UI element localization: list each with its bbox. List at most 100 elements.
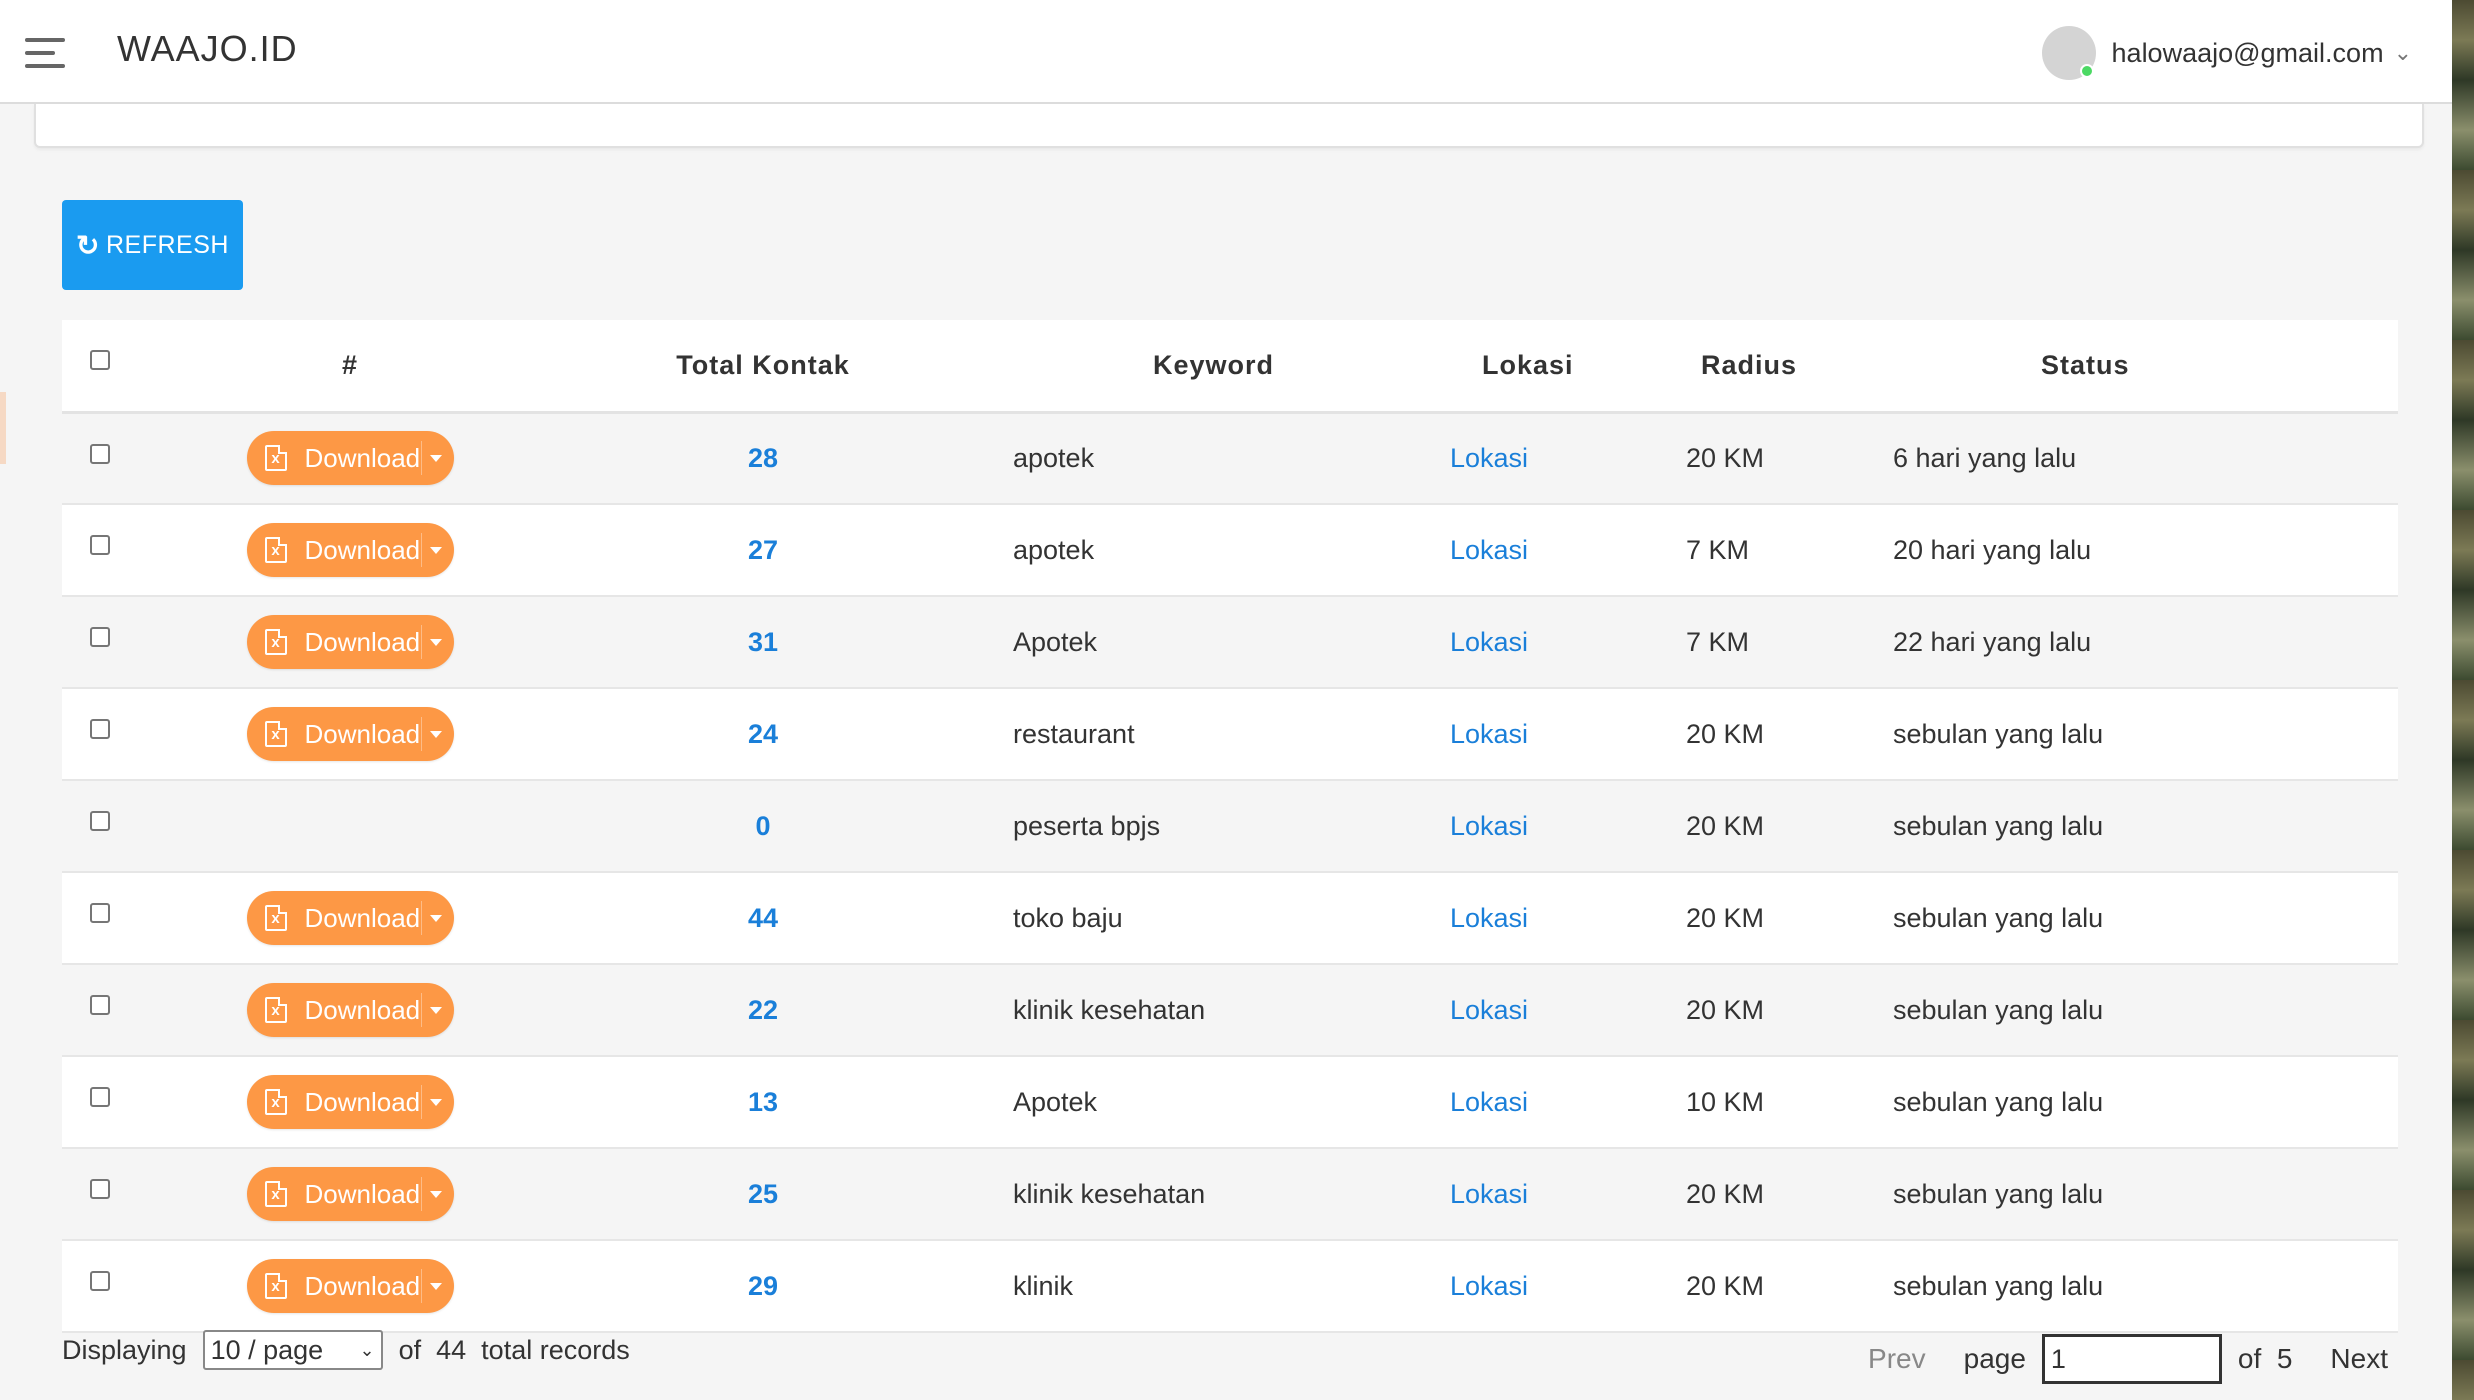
caret-down-icon[interactable] — [429, 1191, 442, 1198]
total-kontak-link[interactable]: 31 — [748, 627, 778, 657]
row-checkbox[interactable] — [90, 995, 110, 1015]
download-button[interactable]: x Download — [246, 431, 454, 486]
status-cell: sebulan yang lalu — [1893, 718, 2104, 749]
total-kontak-link[interactable]: 13 — [748, 1087, 778, 1117]
download-label: Download — [304, 902, 421, 933]
row-checkbox[interactable] — [90, 719, 110, 739]
page-label: page — [1963, 1343, 2026, 1374]
row-checkbox[interactable] — [90, 627, 110, 647]
total-records-label: total records — [481, 1334, 630, 1365]
table-row: x Download 27 apotek Lokasi 7 KM 20 hari… — [62, 504, 2398, 596]
download-button[interactable]: x Download — [246, 1075, 454, 1129]
lokasi-link[interactable]: Lokasi — [1450, 1271, 1528, 1301]
total-kontak-link[interactable]: 24 — [748, 719, 778, 749]
download-button[interactable]: x Download — [246, 523, 454, 577]
hamburger-menu-icon[interactable] — [25, 38, 65, 68]
card-panel — [34, 104, 2424, 148]
chevron-down-icon: ⌄ — [359, 1339, 375, 1360]
total-kontak-cell: 22 — [563, 964, 963, 1056]
download-label: Download — [304, 1086, 421, 1117]
keyword-cell: klinik kesehatan — [1013, 994, 1206, 1025]
prev-page-button[interactable]: Prev — [1868, 1343, 1926, 1375]
lokasi-link[interactable]: Lokasi — [1450, 443, 1528, 473]
caret-down-icon[interactable] — [429, 915, 442, 922]
lokasi-link[interactable]: Lokasi — [1450, 903, 1528, 933]
select-all-checkbox[interactable] — [90, 350, 110, 370]
lokasi-cell: Lokasi — [1388, 412, 1593, 504]
total-kontak-link[interactable]: 22 — [748, 995, 778, 1025]
lokasi-link[interactable]: Lokasi — [1450, 1087, 1528, 1117]
divider — [420, 993, 422, 1027]
keyword-cell: apotek — [1013, 442, 1095, 473]
caret-down-icon[interactable] — [429, 455, 442, 463]
status-cell: sebulan yang lalu — [1893, 902, 2104, 933]
divider — [420, 1269, 422, 1303]
refresh-label: REFRESH — [106, 230, 229, 259]
caret-down-icon[interactable] — [429, 1283, 442, 1290]
radius-cell: 10 KM — [1686, 1086, 1765, 1117]
total-kontak-link[interactable]: 25 — [748, 1179, 778, 1209]
total-count: 44 — [436, 1334, 467, 1365]
table-row: x Download 44 toko baju Lokasi 20 KM seb… — [62, 872, 2398, 964]
status-cell: sebulan yang lalu — [1893, 1086, 2104, 1117]
lokasi-cell: Lokasi — [1388, 872, 1593, 964]
row-checkbox[interactable] — [90, 903, 110, 923]
column-header-keyword[interactable]: Keyword — [963, 320, 1388, 414]
excel-file-icon: x — [264, 537, 287, 563]
lokasi-link[interactable]: Lokasi — [1450, 811, 1528, 841]
divider — [420, 625, 422, 659]
row-checkbox[interactable] — [90, 811, 110, 831]
download-button[interactable]: x Download — [246, 707, 454, 761]
refresh-button[interactable]: ↻ REFRESH — [62, 200, 243, 290]
table-row: x Download 29 klinik Lokasi 20 KM sebula… — [62, 1240, 2398, 1332]
row-checkbox[interactable] — [90, 1179, 110, 1199]
download-button[interactable]: x Download — [246, 1259, 454, 1313]
row-checkbox-cell — [62, 504, 137, 596]
brand-logo[interactable]: WAAJO.ID — [117, 28, 298, 70]
caret-down-icon[interactable] — [429, 639, 442, 646]
caret-down-icon[interactable] — [429, 1099, 442, 1106]
column-header-lokasi[interactable]: Lokasi — [1388, 320, 1593, 414]
lokasi-cell: Lokasi — [1388, 504, 1593, 596]
total-kontak-link[interactable]: 28 — [748, 443, 778, 473]
row-checkbox[interactable] — [90, 1271, 110, 1291]
lokasi-link[interactable]: Lokasi — [1450, 627, 1528, 657]
download-button[interactable]: x Download — [246, 1167, 454, 1221]
divider — [420, 717, 422, 751]
download-button[interactable]: x Download — [246, 983, 454, 1037]
caret-down-icon[interactable] — [429, 1007, 442, 1014]
per-page-select[interactable]: 10 / page ⌄ — [202, 1330, 383, 1370]
caret-down-icon[interactable] — [429, 731, 442, 738]
lokasi-link[interactable]: Lokasi — [1450, 535, 1528, 565]
radius-cell: 20 KM — [1686, 1178, 1765, 1209]
column-header-number: # — [137, 320, 563, 414]
row-checkbox[interactable] — [90, 535, 110, 555]
total-kontak-link[interactable]: 29 — [748, 1271, 778, 1301]
excel-file-icon: x — [264, 629, 287, 655]
page-number-input[interactable]: 1 — [2041, 1334, 2222, 1384]
lokasi-link[interactable]: Lokasi — [1450, 995, 1528, 1025]
user-menu[interactable]: halowaajo@gmail.com ⌄ — [2041, 24, 2412, 82]
download-button[interactable]: x Download — [246, 615, 454, 669]
lokasi-link[interactable]: Lokasi — [1450, 1179, 1528, 1209]
next-page-button[interactable]: Next — [2330, 1343, 2388, 1375]
column-header-total-kontak[interactable]: Total Kontak — [563, 320, 963, 414]
download-label: Download — [304, 1270, 421, 1301]
total-kontak-link[interactable]: 44 — [748, 903, 778, 933]
caret-down-icon[interactable] — [429, 547, 442, 554]
column-header-status[interactable]: Status — [1825, 320, 2398, 414]
row-checkbox[interactable] — [90, 443, 110, 464]
download-label: Download — [304, 442, 421, 473]
row-checkbox[interactable] — [90, 1087, 110, 1107]
total-kontak-link[interactable]: 0 — [755, 811, 770, 841]
column-header-radius[interactable]: Radius — [1593, 320, 1825, 414]
action-cell: x Download — [137, 1148, 563, 1240]
row-checkbox-cell — [62, 596, 137, 688]
download-button[interactable]: x Download — [246, 891, 454, 945]
pagination-summary: Displaying 10 / page ⌄ of 44 total recor… — [62, 1330, 630, 1370]
total-kontak-cell: 31 — [563, 596, 963, 688]
of-pages-label: of — [2237, 1343, 2262, 1374]
lokasi-link[interactable]: Lokasi — [1450, 719, 1528, 749]
action-cell: x Download — [137, 964, 563, 1056]
total-kontak-link[interactable]: 27 — [748, 535, 778, 565]
